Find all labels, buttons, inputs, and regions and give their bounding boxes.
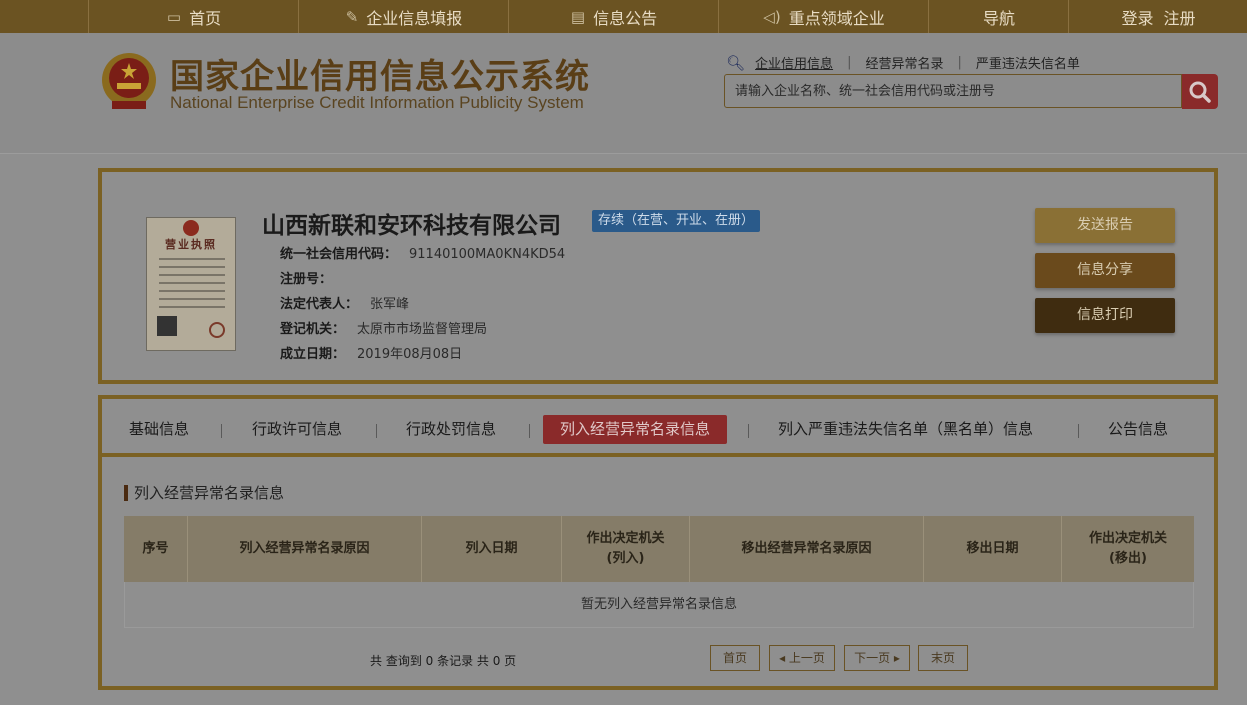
empty-row: 暂无列入经营异常名录信息 xyxy=(124,582,1194,628)
site-header: 国家企业信用信息公示系统 National Enterprise Credit … xyxy=(0,33,1247,154)
company-info-panel: 营业执照 山西新联和安环科技有限公司 存续（在营、开业、在册） 统一社会信用代码… xyxy=(98,168,1218,384)
quick-link-credit-info[interactable]: 企业信用信息 xyxy=(755,53,833,72)
search-box xyxy=(724,74,1182,108)
emblem-icon xyxy=(183,220,199,236)
divider xyxy=(1078,424,1079,438)
divider xyxy=(376,424,377,438)
license-text-lines xyxy=(159,258,225,314)
pager-summary: 共 查询到 0 条记录 共 0 页 xyxy=(370,654,517,668)
field-legal-rep: 法定代表人： 张军峰 xyxy=(280,293,409,312)
nav-guide[interactable]: 导航 xyxy=(928,0,1069,33)
column-header: 移出日期 xyxy=(924,516,1062,582)
business-license-image: 营业执照 xyxy=(146,217,236,351)
field-reg-number: 注册号： xyxy=(280,268,344,287)
divider xyxy=(221,424,222,438)
detail-panel: 基础信息 行政许可信息 行政处罚信息 列入经营异常名录信息 列入严重违法失信名单… xyxy=(98,395,1218,690)
top-nav: ▭ 首页 ✎ 企业信息填报 ▤ 信息公告 ◁) 重点领域企业 导航 登录 注册 xyxy=(0,0,1247,33)
document-icon: ▤ xyxy=(570,7,586,26)
site-subtitle: National Enterprise Credit Information P… xyxy=(170,93,584,112)
divider: | xyxy=(957,55,962,70)
search-input[interactable] xyxy=(733,82,1177,100)
field-value: 2019年08月08日 xyxy=(357,347,463,362)
nav-guide-label: 导航 xyxy=(982,8,1015,28)
section-title: 列入经营异常名录信息 xyxy=(124,485,284,501)
column-header: 作出决定机关 (移出) xyxy=(1088,531,1167,566)
field-label: 成立日期： xyxy=(280,347,346,362)
field-value: 张军峰 xyxy=(370,297,410,312)
nav-home-label: 首页 xyxy=(189,8,222,28)
field-label: 统一社会信用代码： xyxy=(280,247,398,262)
status-badge: 存续（在营、开业、在册） xyxy=(592,210,761,232)
quick-link-blacklist[interactable]: 严重违法失信名单 xyxy=(976,53,1080,72)
nav-announcement-label: 信息公告 xyxy=(593,8,658,28)
column-header: 序号 xyxy=(124,516,188,582)
divider: | xyxy=(847,55,852,70)
register-link[interactable]: 注册 xyxy=(1164,5,1196,29)
field-label: 登记机关： xyxy=(280,322,346,337)
nav-key-enterprise[interactable]: ◁) 重点领域企业 xyxy=(718,0,929,33)
field-value: 太原市市场监督管理局 xyxy=(357,322,488,337)
tab-admin-penalty[interactable]: 行政处罚信息 xyxy=(406,415,496,444)
speaker-icon: ◁) xyxy=(763,7,781,26)
seal-icon xyxy=(209,322,225,338)
last-page-button[interactable]: 末页 xyxy=(918,645,968,671)
column-header: 作出决定机关 (列入) xyxy=(562,516,690,582)
nav-key-enterprise-label: 重点领域企业 xyxy=(788,8,885,28)
print-info-button[interactable]: 信息打印 xyxy=(1035,298,1175,333)
edit-icon: ✎ xyxy=(345,7,359,26)
license-title: 营业执照 xyxy=(165,238,217,251)
tab-admin-license[interactable]: 行政许可信息 xyxy=(252,415,342,444)
column-header: 移出经营异常名录原因 xyxy=(690,516,924,582)
quick-links: 🔍︎ 企业信用信息 | 经营异常名录 | 严重违法失信名单 xyxy=(726,53,1080,73)
nav-home[interactable]: ▭ 首页 xyxy=(88,0,299,33)
nav-enterprise-report-label: 企业信息填报 xyxy=(366,8,463,28)
field-label: 法定代表人： xyxy=(280,297,359,312)
send-report-button[interactable]: 发送报告 xyxy=(1035,208,1175,243)
quick-link-abnormal-list[interactable]: 经营异常名录 xyxy=(865,53,943,72)
divider xyxy=(529,424,530,438)
field-credit-code: 统一社会信用代码： 91140100MA0KN4KD54 xyxy=(280,243,565,262)
site-title: 国家企业信用信息公示系统 xyxy=(170,57,590,97)
tab-announcements[interactable]: 公告信息 xyxy=(1108,415,1168,444)
company-name: 山西新联和安环科技有限公司 xyxy=(262,213,561,239)
tab-abnormal-list[interactable]: 列入经营异常名录信息 xyxy=(543,415,728,444)
monitor-icon: ▭ xyxy=(166,7,182,26)
tab-blacklist[interactable]: 列入严重违法失信名单（黑名单）信息 xyxy=(778,415,1033,444)
nav-auth: 登录 注册 xyxy=(1068,0,1247,33)
field-reg-authority: 登记机关： 太原市市场监督管理局 xyxy=(280,318,487,337)
field-label: 注册号： xyxy=(280,272,333,287)
login-link[interactable]: 登录 xyxy=(1121,5,1153,29)
share-info-button[interactable]: 信息分享 xyxy=(1035,253,1175,288)
table-header: 序号 列入经营异常名录原因 列入日期 作出决定机关 (列入) 移出经营异常名录原… xyxy=(124,516,1194,582)
nav-enterprise-report[interactable]: ✎ 企业信息填报 xyxy=(298,0,509,33)
tab-bar: 基础信息 行政许可信息 行政处罚信息 列入经营异常名录信息 列入严重违法失信名单… xyxy=(102,399,1214,457)
first-page-button[interactable]: 首页 xyxy=(710,645,760,671)
field-value: 91140100MA0KN4KD54 xyxy=(409,247,566,262)
nav-announcement[interactable]: ▤ 信息公告 xyxy=(508,0,719,33)
search-icon: 🔍︎ xyxy=(726,53,746,72)
search-button[interactable] xyxy=(1182,74,1218,109)
next-page-button[interactable]: 下一页 ▸ xyxy=(844,645,910,671)
divider xyxy=(748,424,749,438)
tab-basic-info[interactable]: 基础信息 xyxy=(129,415,189,444)
field-found-date: 成立日期： 2019年08月08日 xyxy=(280,343,462,362)
abnormal-list-table: 序号 列入经营异常名录原因 列入日期 作出决定机关 (列入) 移出经营异常名录原… xyxy=(124,516,1194,628)
column-header: 列入日期 xyxy=(422,516,562,582)
prev-page-button[interactable]: ◂ 上一页 xyxy=(769,645,835,671)
magnifier-icon xyxy=(1189,81,1211,103)
qr-code-icon xyxy=(157,316,177,336)
national-emblem-icon xyxy=(102,53,156,109)
column-header: 列入经营异常名录原因 xyxy=(188,516,422,582)
